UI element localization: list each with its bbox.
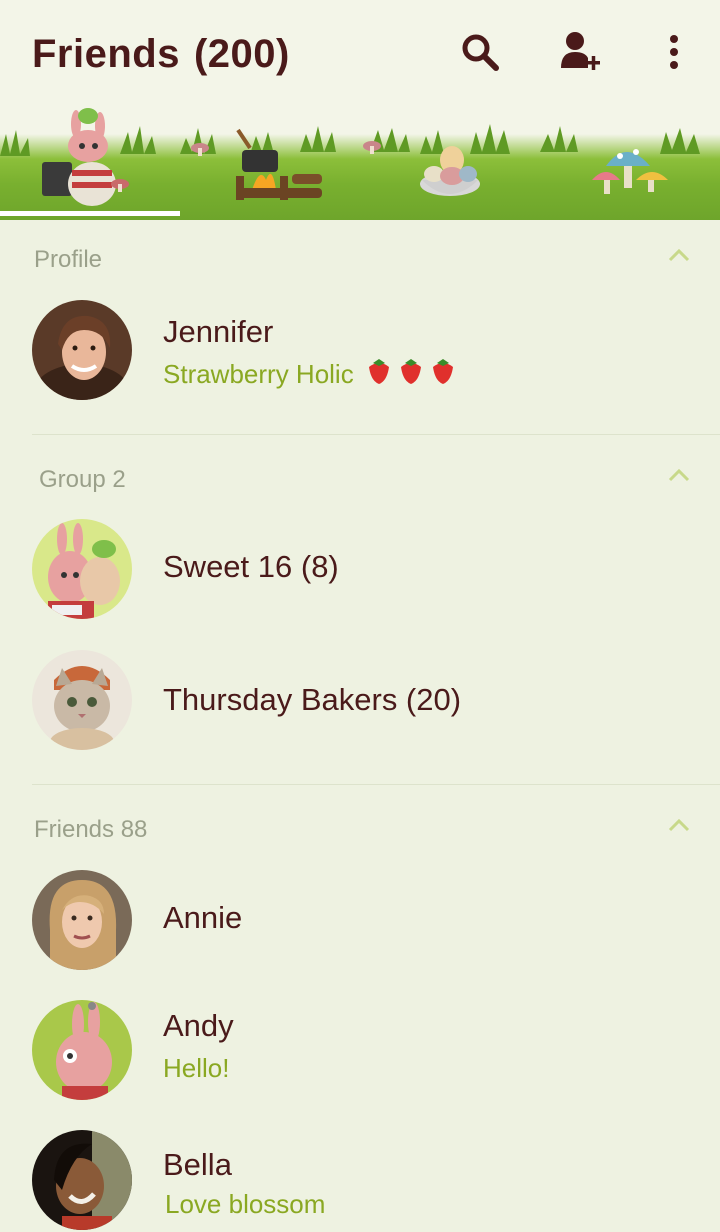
chats-tab[interactable] — [180, 104, 360, 220]
group-avatar — [32, 519, 132, 619]
page-title: Friends (200) — [32, 32, 290, 77]
status-message: Love blossom — [165, 1189, 326, 1219]
profile-row[interactable]: Jennifer Strawberry Holic — [0, 295, 720, 405]
section-header-groups[interactable]: Group 2 — [0, 440, 720, 496]
chevron-up-icon — [668, 248, 690, 262]
add-friend-icon — [561, 32, 600, 70]
more-vertical-icon — [670, 35, 678, 69]
app-header: Friends (200) — [0, 0, 720, 104]
group-row[interactable]: Thursday Bakers (20) — [0, 645, 720, 755]
easter-eggs-icon — [420, 146, 480, 196]
page-title-text: Friends — [32, 32, 180, 76]
search-icon — [462, 34, 499, 71]
section-label: Friends 88 — [34, 816, 148, 843]
avatar — [32, 300, 132, 400]
friend-name: Bella — [163, 1147, 232, 1182]
section-header-friends[interactable]: Friends 88 — [0, 790, 720, 846]
group-avatar — [32, 650, 132, 750]
section-header-profile[interactable]: Profile — [0, 220, 720, 276]
bunny-character-icon — [42, 108, 129, 206]
friend-count: (200) — [193, 32, 290, 76]
active-tab-indicator — [0, 211, 180, 216]
campfire-icon — [236, 128, 322, 200]
group-name: Sweet 16 (8) — [163, 549, 339, 584]
friend-row[interactable]: Annie — [0, 865, 720, 975]
friend-row[interactable]: Bella Love blossom — [0, 1125, 720, 1232]
chevron-up-icon — [668, 818, 690, 832]
more-tab[interactable] — [540, 104, 720, 220]
more-options-button[interactable] — [652, 28, 696, 76]
friend-name: Annie — [163, 900, 243, 935]
friend-name: Jennifer — [163, 314, 274, 349]
section-divider — [32, 434, 720, 435]
avatar — [32, 1000, 132, 1100]
strawberry-emojis — [365, 357, 459, 392]
group-name: Thursday Bakers (20) — [163, 682, 462, 717]
chevron-up-icon — [668, 468, 690, 482]
section-label: Profile — [34, 246, 103, 273]
strawberry-icon — [368, 359, 453, 384]
status-message: Strawberry Holic — [163, 357, 459, 392]
tab-banner — [0, 104, 720, 220]
status-text: Strawberry Holic — [163, 359, 354, 389]
search-button[interactable] — [458, 28, 502, 76]
friend-name: Andy — [163, 1008, 234, 1043]
timeline-tab[interactable] — [360, 104, 540, 220]
avatar — [32, 1130, 132, 1230]
friends-tab[interactable] — [0, 104, 180, 220]
add-friend-button[interactable] — [558, 28, 602, 76]
status-message: Hello! — [163, 1053, 230, 1083]
mushrooms-icon — [592, 149, 668, 194]
avatar — [32, 870, 132, 970]
section-divider — [32, 784, 720, 785]
section-label: Group 2 — [39, 466, 126, 493]
group-row[interactable]: Sweet 16 (8) — [0, 514, 720, 624]
friend-row[interactable]: Andy Hello! — [0, 995, 720, 1105]
